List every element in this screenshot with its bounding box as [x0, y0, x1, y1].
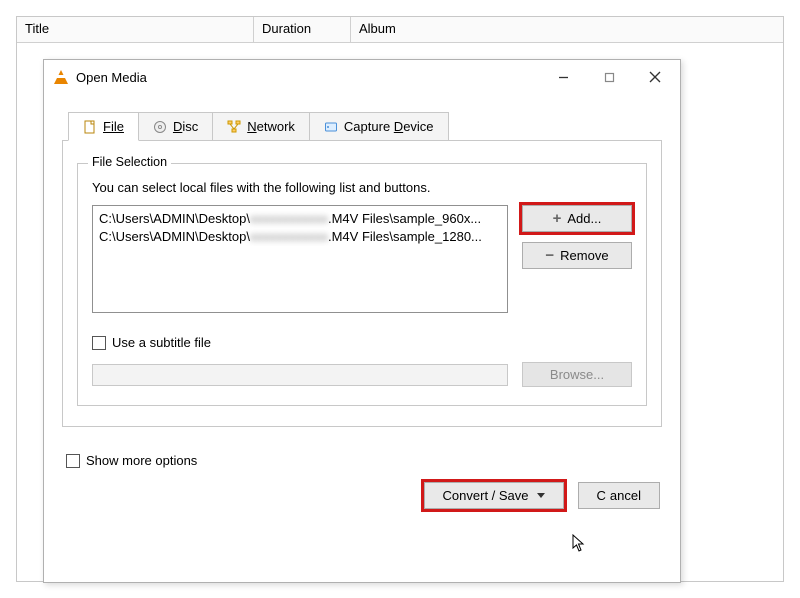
capture-icon — [324, 120, 338, 134]
convert-save-button[interactable]: Convert / Save — [424, 482, 564, 509]
cancel-button[interactable]: Cancel — [578, 482, 660, 509]
file-list[interactable]: C:\Users\ADMIN\Desktop\xxxxxxxxxxxx.M4V … — [92, 205, 508, 313]
plus-icon: + — [553, 211, 562, 226]
list-item[interactable]: C:\Users\ADMIN\Desktop\xxxxxxxxxxxx.M4V … — [99, 210, 501, 228]
col-album[interactable]: Album — [351, 17, 783, 42]
disc-icon — [153, 120, 167, 134]
more-options-checkbox[interactable] — [66, 454, 80, 468]
add-button[interactable]: + Add... — [522, 205, 632, 232]
titlebar: Open Media — [44, 60, 680, 94]
subtitle-checkbox[interactable] — [92, 336, 106, 350]
remove-button[interactable]: − Remove — [522, 242, 632, 269]
maximize-button[interactable] — [586, 61, 632, 93]
file-selection-hint: You can select local files with the foll… — [92, 180, 632, 195]
source-tabs: File Disc Network — [68, 112, 662, 140]
subtitle-path-field — [92, 364, 508, 386]
vlc-cone-icon — [54, 70, 68, 84]
main-window: Title Duration Album Open Media — [16, 16, 784, 582]
browse-button: Browse... — [522, 362, 632, 387]
subtitle-checkbox-label[interactable]: Use a subtitle file — [112, 335, 211, 350]
tab-disc-rest: isc — [182, 119, 198, 134]
tab-file-label: File — [103, 119, 124, 134]
add-button-label: Add... — [567, 211, 601, 226]
file-icon — [83, 120, 97, 134]
chevron-down-icon — [537, 493, 545, 498]
tab-file[interactable]: File — [68, 112, 139, 141]
tab-network[interactable]: Network — [212, 112, 310, 140]
file-selection-group: File Selection You can select local file… — [77, 163, 647, 406]
list-item[interactable]: C:\Users\ADMIN\Desktop\xxxxxxxxxxxx.M4V … — [99, 228, 501, 246]
tab-capture[interactable]: Capture Device — [309, 112, 449, 140]
playlist-header: Title Duration Album — [17, 17, 783, 43]
mouse-cursor-icon — [572, 534, 586, 552]
open-media-dialog: Open Media File — [43, 59, 681, 583]
remove-button-label: Remove — [560, 248, 608, 263]
network-icon — [227, 120, 241, 134]
col-title[interactable]: Title — [17, 17, 254, 42]
col-duration[interactable]: Duration — [254, 17, 351, 42]
close-button[interactable] — [632, 61, 678, 93]
file-selection-label: File Selection — [88, 155, 171, 169]
dialog-title: Open Media — [76, 70, 147, 85]
minimize-button[interactable] — [540, 61, 586, 93]
tab-disc[interactable]: Disc — [138, 112, 213, 140]
more-options-label[interactable]: Show more options — [86, 453, 197, 468]
minus-icon: − — [545, 248, 554, 263]
tab-pane-file: File Selection You can select local file… — [62, 140, 662, 427]
